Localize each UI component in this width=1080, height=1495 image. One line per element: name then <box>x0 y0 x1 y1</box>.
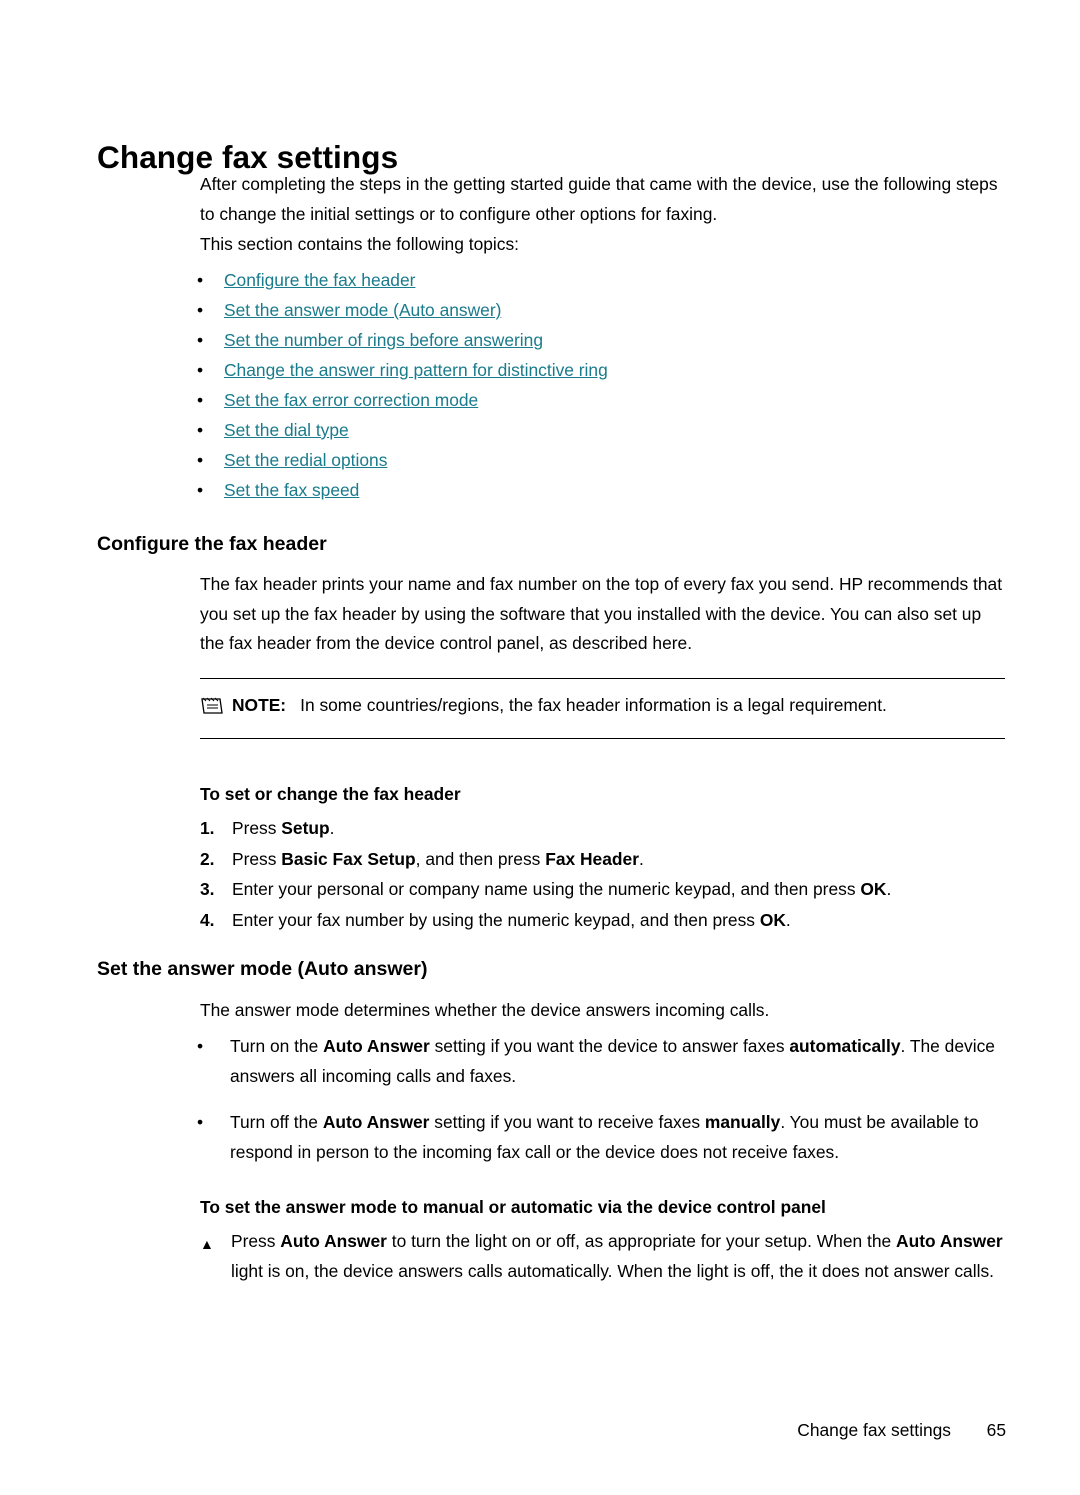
note-text: In some countries/regions, the fax heade… <box>300 695 887 715</box>
bullet-text-part: setting if you want to receive faxes <box>429 1112 705 1132</box>
triangle-bullet-icon: ▲ <box>200 1236 214 1252</box>
step-text: Enter your fax number by using the numer… <box>232 906 1010 936</box>
bullet-glyph: • <box>197 330 204 350</box>
section-paragraph-configure-fax-header: The fax header prints your name and fax … <box>200 574 1003 653</box>
step-bold-term: Fax Header <box>545 848 639 869</box>
list-item[interactable]: • Set the number of rings before answeri… <box>197 325 1017 355</box>
bullet-glyph: • <box>197 480 204 500</box>
bullet-bold-term: Auto Answer <box>322 1112 430 1132</box>
answer-mode-bullets: • Turn on the Auto Answer setting if you… <box>197 1032 1009 1184</box>
step-text-part: . <box>329 818 335 838</box>
procedure-step: 4. Enter your fax number by using the nu… <box>200 906 1010 936</box>
bullet-glyph: • <box>197 420 204 440</box>
section-paragraph-answer-mode: The answer mode determines whether the d… <box>200 1000 770 1020</box>
bullet-glyph: • <box>197 390 204 410</box>
topic-link-number-of-rings[interactable]: Set the number of rings before answering <box>224 325 543 355</box>
step-number: 2. <box>200 848 215 869</box>
bullet-text: Turn off the Auto Answer setting if you … <box>230 1108 1009 1167</box>
step-bold-term: OK <box>860 879 887 899</box>
list-item[interactable]: • Set the fax error correction mode <box>197 385 1017 415</box>
step-number: 4. <box>200 909 215 930</box>
bullet-glyph: • <box>197 360 204 380</box>
step-text-part: . <box>638 848 644 869</box>
topic-link-error-correction-mode[interactable]: Set the fax error correction mode <box>224 385 478 415</box>
step-bold-term: OK <box>759 909 786 930</box>
list-item[interactable]: • Change the answer ring pattern for dis… <box>197 355 1017 385</box>
bullet-text-part: setting if you want the device to answer… <box>429 1036 790 1056</box>
step-text-part: light is on, the device answers calls au… <box>231 1260 994 1281</box>
topic-link-redial-options[interactable]: Set the redial options <box>224 445 387 475</box>
step-text-part: . <box>785 909 791 930</box>
step-text-part: , and then press <box>415 848 546 869</box>
step-text: Press Setup. <box>232 814 1010 844</box>
topics-list: • Configure the fax header • Set the ans… <box>197 265 1017 505</box>
step-text-part: to turn the light on or off, as appropri… <box>386 1231 897 1251</box>
list-item[interactable]: • Set the fax speed <box>197 475 1017 505</box>
footer-page-number: 65 <box>986 1420 1006 1440</box>
step-number: 3. <box>200 879 215 899</box>
note-box: NOTE: In some countries/regions, the fax… <box>200 678 1005 739</box>
bullet-glyph: • <box>197 1036 204 1056</box>
step-text-part: Press <box>232 818 282 838</box>
list-item[interactable]: • Set the redial options <box>197 445 1017 475</box>
footer-section-title: Change fax settings <box>797 1420 951 1440</box>
section-heading-configure-fax-header: Configure the fax header <box>97 533 327 555</box>
step-bold-term: Auto Answer <box>280 1231 387 1251</box>
procedure-steps-fax-header: 1. Press Setup. 2. Press Basic Fax Setup… <box>200 814 1010 936</box>
note-label: NOTE: <box>232 695 287 715</box>
step-text: Press Auto Answer to turn the light on o… <box>231 1227 1010 1286</box>
procedure-step-answer-mode: ▲ Press Auto Answer to turn the light on… <box>200 1227 1010 1286</box>
bullet-glyph: • <box>197 270 204 290</box>
topics-lead: This section contains the following topi… <box>200 234 519 254</box>
procedure-step: 2. Press Basic Fax Setup, and then press… <box>200 845 1010 875</box>
bullet-bold-term: manually <box>704 1112 781 1132</box>
bullet-text: Turn on the Auto Answer setting if you w… <box>230 1032 1009 1091</box>
topic-link-answer-ring-pattern[interactable]: Change the answer ring pattern for disti… <box>224 355 608 385</box>
bullet-text-part: Turn on the <box>230 1036 324 1056</box>
bullet-glyph: • <box>197 300 204 320</box>
bullet-glyph: • <box>197 1112 204 1132</box>
bullet-bold-term: automatically <box>789 1036 901 1056</box>
procedure-step: 3. Enter your personal or company name u… <box>200 875 1010 905</box>
procedure-step: 1. Press Setup. <box>200 814 1010 844</box>
procedure-step: ▲ Press Auto Answer to turn the light on… <box>200 1227 1010 1286</box>
list-item[interactable]: • Set the dial type <box>197 415 1017 445</box>
section-heading-answer-mode: Set the answer mode (Auto answer) <box>97 958 428 980</box>
step-text: Press Basic Fax Setup, and then press Fa… <box>232 845 1010 875</box>
procedure-title-fax-header: To set or change the fax header <box>200 784 461 804</box>
step-bold-term: Setup <box>281 818 330 838</box>
intro-paragraph: After completing the steps in the gettin… <box>200 174 998 224</box>
bullet-glyph: • <box>197 450 204 470</box>
list-item: • Turn on the Auto Answer setting if you… <box>197 1032 1009 1091</box>
list-item[interactable]: • Configure the fax header <box>197 265 1017 295</box>
document-page: Change fax settings After completing the… <box>0 0 1080 1495</box>
note-icon <box>200 691 228 726</box>
step-bold-term: Auto Answer <box>896 1231 1003 1251</box>
bullet-bold-term: Auto Answer <box>323 1036 430 1056</box>
step-text-part: Enter your fax number by using the numer… <box>232 909 760 930</box>
step-text-part: Enter your personal or company name usin… <box>232 879 861 899</box>
step-number: 1. <box>200 818 215 838</box>
topic-link-set-answer-mode[interactable]: Set the answer mode (Auto answer) <box>224 295 501 325</box>
step-text: Enter your personal or company name usin… <box>232 875 1010 905</box>
topic-link-dial-type[interactable]: Set the dial type <box>224 415 349 445</box>
topic-link-configure-fax-header[interactable]: Configure the fax header <box>224 265 415 295</box>
bullet-text-part: Turn off the <box>230 1112 323 1132</box>
topic-link-fax-speed[interactable]: Set the fax speed <box>224 475 359 505</box>
step-text-part: . <box>886 879 892 899</box>
list-item: • Turn off the Auto Answer setting if yo… <box>197 1108 1009 1167</box>
procedure-title-answer-mode: To set the answer mode to manual or auto… <box>200 1197 826 1217</box>
step-text-part: Press <box>232 848 282 869</box>
list-item[interactable]: • Set the answer mode (Auto answer) <box>197 295 1017 325</box>
step-text-part: Press <box>231 1231 281 1251</box>
step-bold-term: Basic Fax Setup <box>281 848 416 869</box>
